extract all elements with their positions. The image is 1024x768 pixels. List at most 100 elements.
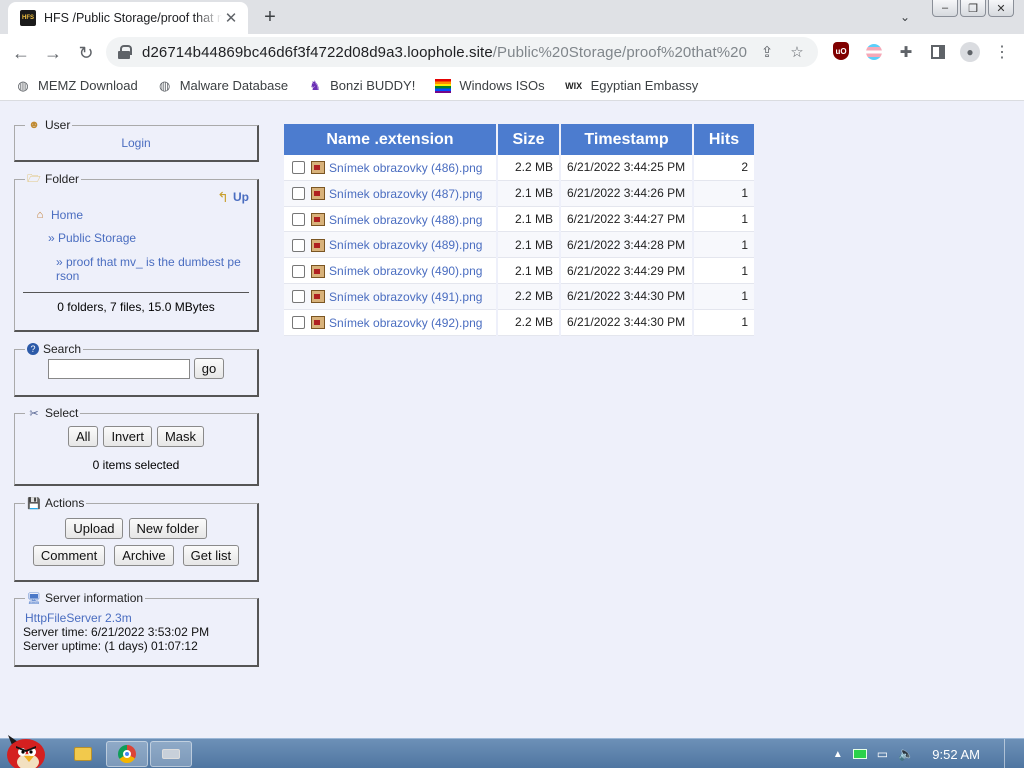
side-panel-icon[interactable] [928, 42, 948, 62]
file-link[interactable]: Snímek obrazovky (489).png [329, 238, 482, 252]
file-checkbox[interactable] [292, 264, 305, 278]
browser-tab[interactable]: HFS HFS /Public Storage/proof that mv_ i… [8, 2, 248, 34]
file-hits: 1 [694, 258, 754, 284]
breadcrumb-public-storage[interactable]: » Public Storage [48, 231, 136, 245]
legend-text: Folder [45, 172, 80, 186]
up-label[interactable]: Up [233, 190, 249, 204]
file-link[interactable]: Snímek obrazovky (491).png [329, 290, 482, 304]
tab-close-icon[interactable]: ✕ [222, 9, 240, 27]
sort-by-hits-header[interactable]: Hits [694, 124, 754, 155]
select-all-button[interactable]: All [67, 426, 99, 447]
file-link[interactable]: Snímek obrazovky (488).png [329, 212, 482, 226]
file-explorer-icon[interactable] [62, 741, 104, 767]
new-tab-icon[interactable]: + [258, 5, 282, 29]
file-table: Name .extension Size Timestamp Hits Sním… [282, 124, 756, 336]
minimize-icon[interactable]: – [932, 0, 958, 17]
legend-text: User [45, 118, 71, 132]
bookmarks-bar: ◍ MEMZ Download ◍ Malware Database ♞ Bonzi … [0, 71, 1024, 101]
file-checkbox[interactable] [292, 187, 305, 201]
file-checkbox[interactable] [292, 161, 305, 175]
help-icon: ? [27, 343, 39, 355]
sort-by-timestamp-header[interactable]: Timestamp [561, 124, 692, 155]
volume-icon[interactable]: 🔈 [898, 746, 914, 762]
app-window-icon[interactable] [150, 741, 192, 767]
address-bar[interactable]: d26714b44869bc46d6f3f4722d08d9a3.loophol… [106, 37, 818, 67]
restore-icon[interactable]: ❐ [960, 0, 986, 17]
user-legend: ☻ User [25, 118, 72, 132]
file-link[interactable]: Snímek obrazovky (490).png [329, 264, 482, 278]
share-icon[interactable]: ⇪ [756, 41, 778, 63]
table-header-row: Name .extension Size Timestamp Hits [284, 124, 754, 155]
clock[interactable]: 9:52 AM [932, 747, 980, 762]
search-input[interactable] [47, 358, 190, 379]
browser-toolbar: ← → ↻ d26714b44869bc46d6f3f4722d08d9a3.l… [0, 34, 1024, 71]
mask-button[interactable]: Mask [156, 426, 205, 447]
comment-button[interactable]: Comment [32, 545, 106, 566]
show-desktop-button[interactable] [1004, 739, 1014, 768]
folder-legend: 🗁 Folder [25, 172, 81, 186]
table-row: Snímek obrazovky (490).png 2.1 MB 6/21/2… [284, 258, 754, 284]
table-row: Snímek obrazovky (488).png 2.1 MB 6/21/2… [284, 206, 754, 233]
file-checkbox[interactable] [292, 238, 305, 252]
reload-icon[interactable]: ↻ [73, 40, 99, 66]
profile-avatar-icon[interactable]: ● [960, 42, 980, 62]
server-info-panel: 🖥 Server information HttpFileServer 2.3m … [14, 591, 259, 667]
window-close-icon[interactable]: ✕ [988, 0, 1014, 17]
file-link[interactable]: Snímek obrazovky (486).png [329, 161, 482, 175]
start-angry-bird-icon[interactable] [4, 731, 48, 768]
tab-search-icon[interactable]: ⌄ [895, 8, 915, 26]
server-computer-icon: 🖥 [27, 592, 41, 605]
bookmark-malware-database[interactable]: ◍ Malware Database [158, 78, 288, 94]
monitor-icon[interactable]: ▭ [877, 747, 888, 761]
breadcrumb-line2: rson [56, 269, 80, 283]
up-link[interactable]: ↰ Up [216, 188, 249, 205]
sort-by-size-header[interactable]: Size [498, 124, 559, 155]
folder-summary: 0 folders, 7 files, 15.0 MBytes [23, 292, 249, 314]
home-link[interactable]: Home [51, 208, 83, 222]
lock-icon[interactable] [118, 45, 132, 59]
bookmark-memz[interactable]: ◍ MEMZ Download [16, 78, 137, 94]
bookmark-egyptian-embassy[interactable]: WIX Egyptian Embassy [565, 78, 698, 93]
archive-button[interactable]: Archive [114, 545, 174, 566]
up-arrow-icon: ↰ [217, 188, 229, 205]
folder-open-icon: 🗁 [27, 172, 41, 185]
invert-selection-button[interactable]: Invert [103, 426, 152, 447]
login-link[interactable]: Login [121, 136, 150, 150]
bookmark-bonzi-buddy[interactable]: ♞ Bonzi BUDDY! [308, 78, 415, 94]
file-checkbox[interactable] [292, 212, 305, 226]
forward-icon[interactable]: → [40, 40, 66, 66]
url-text[interactable]: d26714b44869bc46d6f3f4722d08d9a3.loophol… [142, 44, 748, 61]
back-icon[interactable]: ← [8, 40, 34, 66]
folder-panel: 🗁 Folder ↰ Up ⌂ Home » Public Storage » p… [14, 172, 259, 332]
file-checkbox[interactable] [292, 316, 305, 330]
image-file-icon [311, 316, 325, 330]
sort-by-name-header[interactable]: Name .extension [284, 124, 496, 155]
battery-icon[interactable] [852, 749, 867, 759]
file-link[interactable]: Snímek obrazovky (487).png [329, 187, 482, 201]
tray-expand-icon[interactable]: ▲ [833, 749, 843, 760]
file-timestamp: 6/21/2022 3:44:28 PM [561, 232, 692, 259]
hfs-page: ☻ User Login 🗁 Folder ↰ Up ⌂ Home » Public… [0, 102, 1024, 738]
extension-flag-icon[interactable] [864, 42, 884, 62]
file-timestamp: 6/21/2022 3:44:26 PM [561, 180, 692, 207]
new-folder-button[interactable]: New folder [128, 518, 207, 539]
chrome-icon[interactable] [106, 741, 148, 767]
image-file-icon [311, 264, 325, 278]
user-panel: ☻ User Login [14, 118, 259, 162]
bookmark-star-icon[interactable]: ☆ [786, 41, 808, 63]
upload-button[interactable]: Upload [65, 518, 123, 539]
bookmark-windows-isos[interactable]: Windows ISOs [435, 78, 545, 93]
table-row: Snímek obrazovky (492).png 2.2 MB 6/21/2… [284, 309, 754, 336]
search-go-button[interactable]: go [193, 358, 225, 379]
image-file-icon [311, 290, 325, 304]
breadcrumb-current-folder[interactable]: » proof that mv_ is the dumbest pe rson [56, 255, 241, 283]
extensions-puzzle-icon[interactable]: ✚ [896, 42, 916, 62]
get-list-button[interactable]: Get list [182, 545, 240, 566]
file-checkbox[interactable] [292, 290, 305, 304]
table-row: Snímek obrazovky (489).png 2.1 MB 6/21/2… [284, 232, 754, 259]
ublock-icon[interactable]: uO [833, 42, 849, 60]
hfs-version-link[interactable]: HttpFileServer 2.3m [25, 611, 132, 625]
window-controls: – ❐ ✕ [932, 0, 1014, 17]
menu-kebab-icon[interactable]: ⋮ [992, 42, 1012, 62]
file-link[interactable]: Snímek obrazovky (492).png [329, 316, 482, 330]
